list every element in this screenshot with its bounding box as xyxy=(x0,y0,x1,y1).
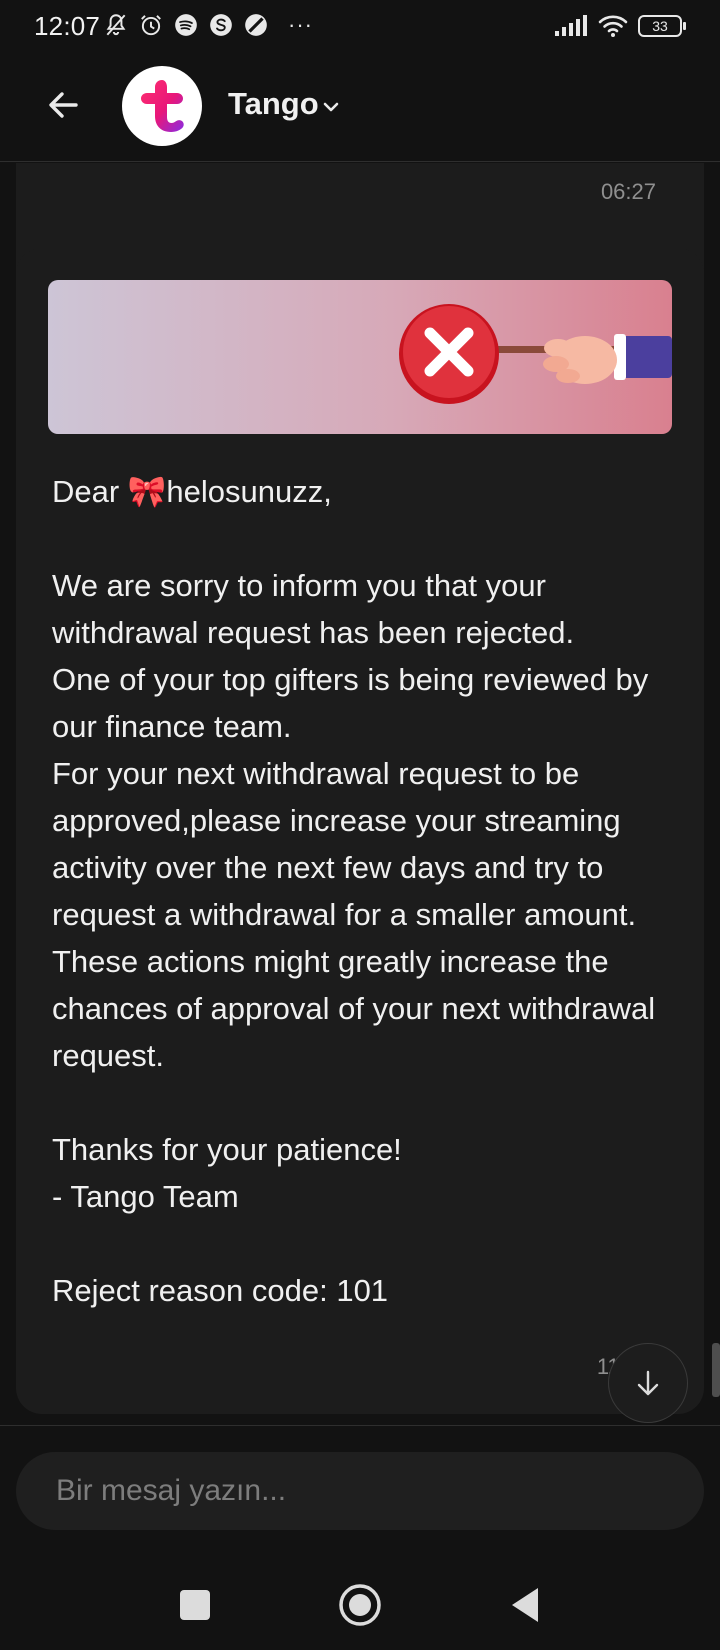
back-button[interactable] xyxy=(40,80,90,130)
scrollbar[interactable] xyxy=(712,1343,720,1397)
message-text: Dear 🎀helosunuzz, We are sorry to inform… xyxy=(52,474,656,1308)
chat-screen: 12:07 ··· 33 Tango 06:27 Dear 🎀helosunuz… xyxy=(0,0,720,1650)
status-bar: 12:07 ··· 33 xyxy=(0,0,720,54)
dnd-icon xyxy=(245,14,267,36)
signal-icon xyxy=(555,15,587,36)
rejected-sign-illustration xyxy=(399,304,672,404)
battery-icon: 33 xyxy=(638,15,686,37)
system-navigation-bar xyxy=(0,1560,720,1650)
more-notifications-indicator: ··· xyxy=(288,12,313,37)
arrow-down-icon xyxy=(637,1370,659,1396)
chevron-down-icon[interactable] xyxy=(320,96,342,118)
rejection-banner-image xyxy=(48,280,672,434)
chat-title[interactable]: Tango xyxy=(228,86,319,122)
tango-logo-icon xyxy=(141,80,184,132)
chat-header: Tango xyxy=(0,54,720,162)
scroll-to-bottom-button[interactable] xyxy=(608,1343,688,1423)
back-nav-button[interactable] xyxy=(502,1582,548,1628)
status-time: 12:07 xyxy=(34,11,101,41)
divider xyxy=(0,1425,720,1426)
alarm-icon xyxy=(141,15,161,36)
s-app-icon xyxy=(210,14,232,36)
message-input[interactable] xyxy=(16,1452,704,1530)
bell-off-icon xyxy=(106,14,126,36)
recents-button[interactable] xyxy=(172,1582,218,1628)
previous-message-time: 06:27 xyxy=(600,179,656,204)
home-button[interactable] xyxy=(337,1582,383,1628)
message-list[interactable]: 06:27 Dear 🎀helosunuzz, We are sorry to … xyxy=(0,163,720,1425)
wifi-icon xyxy=(598,15,628,37)
avatar[interactable] xyxy=(122,66,202,146)
system-icons: 33 xyxy=(554,14,686,38)
message-bubble[interactable]: Dear 🎀helosunuzz, We are sorry to inform… xyxy=(16,248,704,1414)
notification-icons: ··· xyxy=(103,12,313,38)
spotify-icon xyxy=(175,14,197,36)
